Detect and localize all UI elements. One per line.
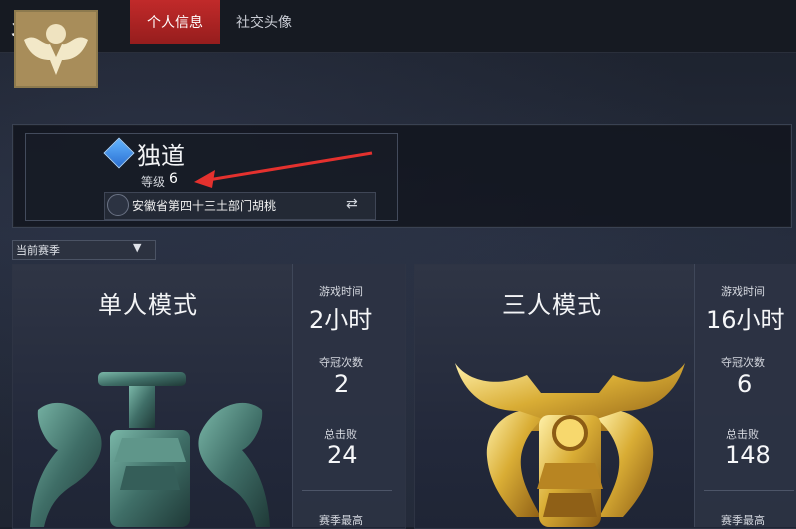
single-kills-value: 24 xyxy=(327,441,358,469)
top-bar xyxy=(0,0,796,53)
trio-season-best-label: 赛季最高 xyxy=(721,514,765,527)
trio-mode-title: 三人模式 xyxy=(502,291,602,319)
single-kills-label: 总击败 xyxy=(324,428,357,441)
tab-social-avatar[interactable]: 社交头像 xyxy=(224,0,304,44)
single-playtime-label: 游戏时间 xyxy=(319,285,363,298)
single-wins-label: 夺冠次数 xyxy=(319,356,363,369)
level-value: 6 xyxy=(169,171,178,187)
single-season-best-label: 赛季最高 xyxy=(319,514,363,527)
single-wins-value: 2 xyxy=(334,370,350,398)
trio-divider xyxy=(704,490,794,491)
trio-playtime-value: 16小时 xyxy=(706,306,785,334)
single-divider xyxy=(302,490,392,491)
chevron-down-icon[interactable]: ▼ xyxy=(133,241,141,254)
player-name: 独道 xyxy=(137,142,185,170)
trio-wins-label: 夺冠次数 xyxy=(721,356,765,369)
guild-icon xyxy=(107,194,129,216)
tab-personal-info[interactable]: 个人信息 xyxy=(130,0,220,44)
level-label: 等级 xyxy=(141,175,166,189)
guild-name: 安徽省第四十三土部门胡桃 xyxy=(132,199,277,213)
switch-arrows-icon[interactable]: ⇄ xyxy=(346,196,358,212)
avatar[interactable] xyxy=(14,10,98,88)
trio-kills-label: 总击败 xyxy=(726,428,759,441)
trio-playtime-label: 游戏时间 xyxy=(721,285,765,298)
trio-kills-value: 148 xyxy=(725,441,771,469)
season-label: 当前赛季 xyxy=(16,244,60,257)
single-mode-title: 单人模式 xyxy=(98,291,198,319)
eagle-emblem-icon xyxy=(16,12,96,86)
trio-wins-value: 6 xyxy=(737,370,753,398)
single-playtime-value: 2小时 xyxy=(309,306,373,334)
